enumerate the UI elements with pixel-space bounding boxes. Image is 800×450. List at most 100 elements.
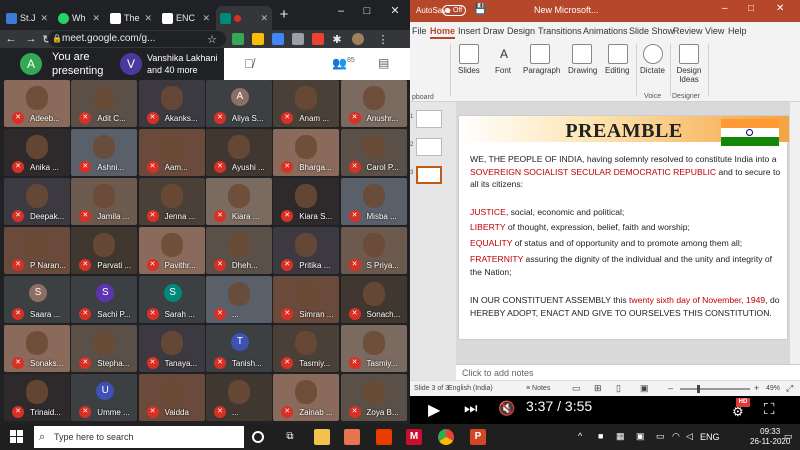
font-button[interactable]: A Font: [492, 40, 516, 100]
minimize-button[interactable]: –: [722, 3, 728, 14]
participant-tile[interactable]: ✕ Kiara S...: [273, 178, 340, 225]
design-ideas-button[interactable]: Design Ideas Designer: [672, 40, 706, 100]
participant-tile[interactable]: ✕ Tasmiy...: [340, 325, 407, 372]
slide-canvas[interactable]: PREAMBLE WE, THE PEOPLE OF INDIA, having…: [458, 115, 789, 340]
paragraph-button[interactable]: Paragraph: [522, 40, 560, 100]
volume-muted-icon[interactable]: 🔇: [498, 400, 515, 417]
tray-icon[interactable]: ■: [598, 431, 603, 441]
participant-tile[interactable]: ✕ Dheh...: [205, 227, 272, 274]
participant-tile[interactable]: ✕ Misba ...: [340, 178, 407, 225]
participant-tile[interactable]: ✕ S Priya...: [340, 227, 407, 274]
vertical-scrollbar[interactable]: [790, 102, 800, 364]
slide-thumbnail-selected[interactable]: [416, 166, 442, 184]
dictate-button[interactable]: Dictate Voice: [638, 40, 668, 100]
editing-button[interactable]: Editing: [604, 40, 632, 100]
chat-icon[interactable]: ▤: [378, 56, 389, 70]
tab-transitions[interactable]: Transitions: [538, 26, 582, 36]
zoom-out-icon[interactable]: –: [668, 383, 673, 393]
participant-tile[interactable]: ✕ Deepak...: [4, 178, 70, 225]
fit-slide-icon[interactable]: ⤢: [786, 383, 793, 394]
volume-icon[interactable]: ◁: [686, 431, 693, 442]
extension-icon[interactable]: [232, 33, 244, 45]
battery-icon[interactable]: ▭: [656, 431, 665, 442]
maximize-button[interactable]: □: [354, 2, 380, 20]
profile-avatar[interactable]: [352, 33, 364, 45]
participant-tile[interactable]: ✕ Kiara ...: [205, 178, 272, 225]
menu-icon[interactable]: ⋮: [376, 33, 390, 46]
extension-icon[interactable]: [252, 33, 264, 45]
chrome-icon[interactable]: [438, 429, 454, 445]
tab-stj[interactable]: St.J ✕: [2, 6, 52, 30]
extension-icon[interactable]: [292, 33, 304, 45]
next-icon[interactable]: ⏭: [464, 400, 478, 417]
cortana-icon[interactable]: [252, 431, 264, 443]
participant-tile[interactable]: ✕ Anam ...: [273, 80, 340, 127]
participant-tile[interactable]: ✕ Adit C...: [71, 80, 138, 127]
participant-tile[interactable]: ✕...: [205, 276, 272, 323]
taskbar-search[interactable]: ⌕ Type here to search: [34, 426, 244, 448]
language-indicator[interactable]: English (India): [448, 385, 493, 392]
participant-tile[interactable]: ✕ Zoya B...: [340, 374, 407, 421]
close-icon[interactable]: ✕: [260, 13, 268, 24]
participant-tile[interactable]: S ✕ Sarah ...: [138, 276, 205, 323]
people-button[interactable]: 👥85: [332, 56, 355, 70]
notes-pane[interactable]: Click to add notes: [456, 364, 800, 380]
task-view-icon[interactable]: ⧉: [282, 429, 298, 445]
new-tab-button[interactable]: +: [276, 6, 292, 24]
participant-tile[interactable]: ✕ Jenna ...: [138, 178, 205, 225]
slide-thumbnail[interactable]: [416, 138, 442, 156]
tab-slide-show[interactable]: Slide Show: [629, 26, 674, 36]
participant-tile[interactable]: ✕ Sonach...: [340, 276, 407, 323]
participant-tile[interactable]: T ✕ Tanish...: [205, 325, 272, 372]
tab-draw[interactable]: Draw: [483, 26, 504, 36]
zoom-handle[interactable]: [697, 385, 700, 393]
extension-icon[interactable]: [272, 33, 284, 45]
participant-tile[interactable]: ✕ Adeeb...: [4, 80, 70, 127]
participant-tile[interactable]: ✕ Sonaks...: [4, 325, 70, 372]
mcafee-icon[interactable]: M: [406, 429, 422, 445]
participant-tile[interactable]: ✕ Bharga...: [273, 129, 340, 176]
play-icon[interactable]: ▶: [428, 400, 440, 420]
fullscreen-icon[interactable]: ⛶: [764, 401, 775, 418]
file-explorer-icon[interactable]: [314, 429, 330, 445]
participant-tile[interactable]: ✕ Carol P...: [340, 129, 407, 176]
participant-tile[interactable]: ✕ Pavithr...: [138, 227, 205, 274]
close-icon[interactable]: ✕: [144, 13, 152, 24]
reading-view-icon[interactable]: ▯: [616, 383, 621, 394]
windows-start-icon[interactable]: [10, 430, 24, 444]
zoom-slider[interactable]: [680, 388, 750, 390]
participant-tile[interactable]: ✕ Pritika ...: [273, 227, 340, 274]
tab-help[interactable]: Help: [728, 26, 747, 36]
participant-tile[interactable]: S ✕ Saara ...: [4, 276, 70, 323]
notifications-icon[interactable]: ▭: [784, 431, 793, 442]
participant-tile[interactable]: ✕ Anika ...: [4, 129, 70, 176]
minimize-button[interactable]: –: [328, 2, 354, 20]
tab-animations[interactable]: Animations: [583, 26, 628, 36]
participant-tile[interactable]: A ✕ Aliya S...: [205, 80, 272, 127]
participant-tile[interactable]: ✕ Anushr...: [340, 80, 407, 127]
mic-off-icon[interactable]: 🎙̸: [244, 56, 254, 71]
tab-file[interactable]: File: [412, 26, 427, 36]
notes-toggle[interactable]: ≡ Notes: [526, 385, 550, 392]
address-bar[interactable]: 🔒 meet.google.com/g...: [48, 31, 226, 47]
save-icon[interactable]: 💾: [474, 4, 486, 15]
participant-tile[interactable]: ✕ Zainab ...: [273, 374, 340, 421]
close-icon[interactable]: ✕: [92, 13, 100, 24]
participant-tile[interactable]: ✕ Ayushi ...: [205, 129, 272, 176]
close-button[interactable]: ✕: [776, 3, 784, 14]
slides-button[interactable]: Slides: [456, 40, 482, 100]
office-icon[interactable]: [376, 429, 392, 445]
participant-tile[interactable]: ✕ Vaidda: [138, 374, 205, 421]
close-icon[interactable]: ✕: [40, 13, 48, 24]
participant-tile[interactable]: ✕ Tanaya...: [138, 325, 205, 372]
participant-tile[interactable]: ✕ P Naran...: [4, 227, 70, 274]
drawing-button[interactable]: Drawing: [566, 40, 598, 100]
tab-insert[interactable]: Insert: [458, 26, 481, 36]
participant-tile[interactable]: ✕ Simran ...: [273, 276, 340, 323]
puzzle-icon[interactable]: ✱: [330, 33, 344, 46]
maximize-button[interactable]: □: [748, 3, 754, 14]
tray-icon[interactable]: ▣: [636, 431, 645, 442]
forward-icon[interactable]: →: [24, 33, 38, 45]
tab-home[interactable]: Home: [430, 26, 456, 39]
participant-tile[interactable]: ✕ Trinaid...: [4, 374, 70, 421]
